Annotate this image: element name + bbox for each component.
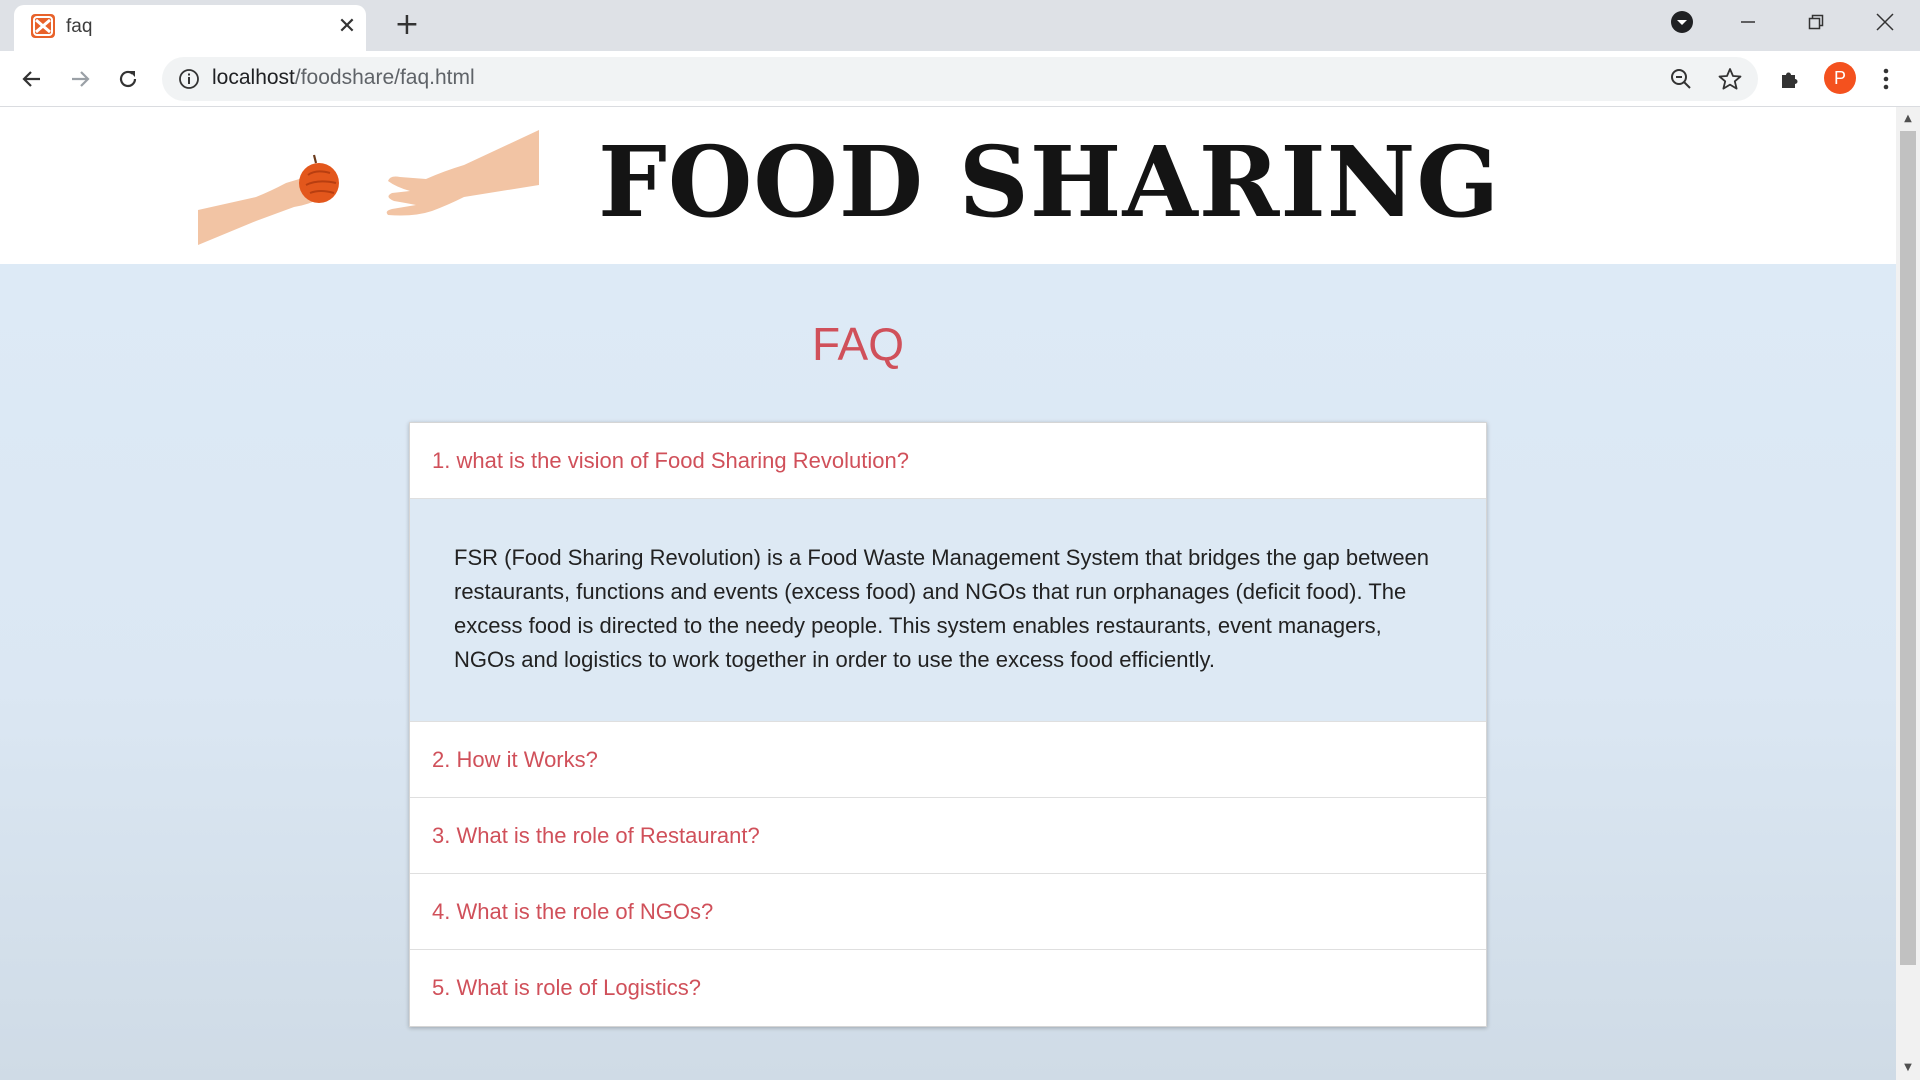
faq-heading: FAQ [811,318,905,370]
menu-kebab-icon[interactable] [1868,61,1904,97]
site-info-icon[interactable] [178,68,200,94]
back-arrow-icon[interactable] [14,61,50,97]
new-tab-icon[interactable]: + [389,8,425,44]
faq-question-2[interactable]: 2. How it Works? [410,722,1486,798]
tab-strip: faq ✕ + [0,0,1920,51]
scrollbar-thumb[interactable] [1900,131,1916,965]
scroll-up-arrow-icon[interactable]: ▲ [1900,111,1916,127]
bookmark-star-icon[interactable] [1717,66,1743,96]
faq-question-3[interactable]: 3. What is the role of Restaurant? [410,798,1486,874]
reload-icon[interactable] [110,61,146,97]
zoom-icon[interactable] [1669,67,1693,95]
url-host: localhost [212,66,295,89]
faq-question-5[interactable]: 5. What is role of Logistics? [410,950,1486,1026]
hands-sharing-logo-icon [198,130,539,245]
browser-toolbar: localhost/foodshare/faq.html P [0,51,1920,107]
site-title: FOOD SHARING [598,125,1501,239]
tab-close-icon[interactable]: ✕ [331,11,363,43]
scroll-down-arrow-icon[interactable]: ▼ [1900,1060,1916,1076]
tab-search-icon[interactable] [1652,0,1712,44]
restore-icon[interactable] [1786,0,1846,44]
page-viewport: FOOD SHARING FAQ 1. what is the vision o… [0,107,1896,1080]
address-bar[interactable]: localhost/foodshare/faq.html [162,57,1758,101]
browser-tab[interactable]: faq ✕ [14,5,366,51]
page-scrollbar[interactable]: ▲ ▼ [1896,107,1920,1080]
faq-answer-1: FSR (Food Sharing Revolution) is a Food … [410,499,1486,722]
forward-arrow-icon[interactable] [62,61,98,97]
extensions-puzzle-icon[interactable] [1772,61,1808,97]
profile-avatar[interactable]: P [1824,62,1856,94]
url-text: localhost/foodshare/faq.html [212,66,475,90]
faq-accordion: 1. what is the vision of Food Sharing Re… [409,422,1487,1027]
tab-title: faq [66,16,93,37]
faq-question-4[interactable]: 4. What is the role of NGOs? [410,874,1486,950]
faq-question-1[interactable]: 1. what is the vision of Food Sharing Re… [410,423,1486,499]
url-path: /foodshare/faq.html [294,66,475,89]
xampp-favicon-icon [31,14,55,38]
site-header: FOOD SHARING [0,107,1896,264]
minimize-icon[interactable] [1718,0,1778,44]
window-close-icon[interactable] [1855,0,1915,44]
